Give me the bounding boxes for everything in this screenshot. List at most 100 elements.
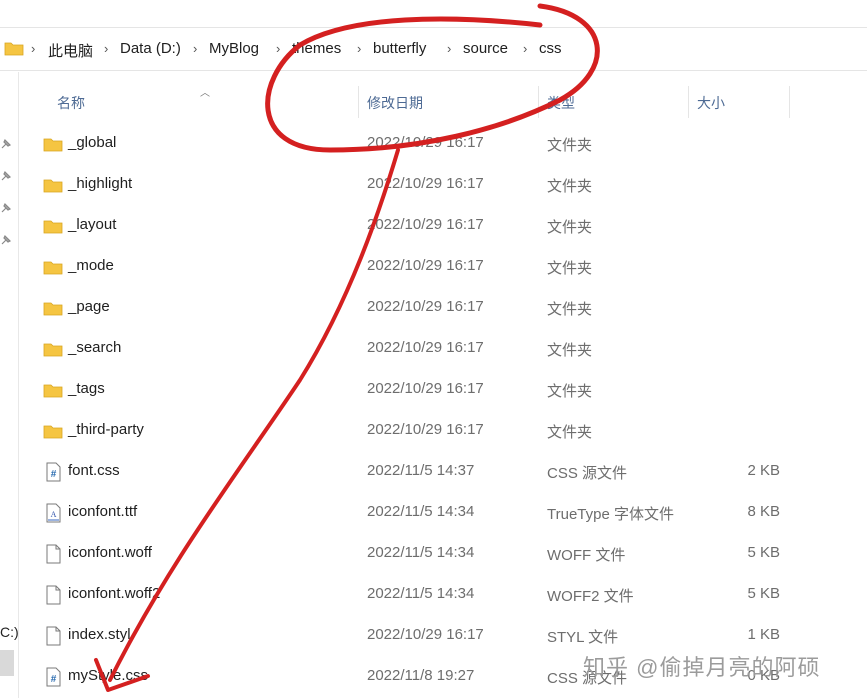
file-name[interactable]: myStyle.css [68, 667, 148, 684]
folder-icon [43, 134, 63, 154]
file-name[interactable]: index.styl [68, 626, 131, 643]
file-modified: 2022/10/29 16:17 [367, 175, 484, 192]
svg-text:#: # [51, 674, 57, 685]
file-row[interactable]: _search 2022/10/29 16:17 文件夹 [18, 328, 867, 369]
file-name[interactable]: _highlight [68, 175, 132, 192]
file-row[interactable]: iconfont.woff 2022/11/5 14:34 WOFF 文件 5 KB [18, 533, 867, 574]
file-name[interactable]: _mode [68, 257, 114, 274]
breadcrumb-separator[interactable]: › [447, 41, 451, 56]
watermark: 知乎 @偷掉月亮的阿硕 [583, 655, 821, 680]
folder-icon [43, 257, 63, 277]
column-divider[interactable] [688, 86, 689, 118]
breadcrumb-item-css[interactable]: css [539, 40, 562, 57]
file-modified: 2022/10/29 16:17 [367, 380, 484, 397]
file-row[interactable]: _layout 2022/10/29 16:17 文件夹 [18, 205, 867, 246]
column-divider[interactable] [358, 86, 359, 118]
column-type[interactable]: 类型 [547, 93, 575, 113]
file-type: 文件夹 [547, 383, 593, 400]
file-row[interactable]: # font.css 2022/11/5 14:37 CSS 源文件 2 KB [18, 451, 867, 492]
file-type: STYL 文件 [547, 629, 619, 646]
breadcrumb-item-drive[interactable]: Data (D:) [120, 40, 181, 57]
file-modified: 2022/10/29 16:17 [367, 298, 484, 315]
file-modified: 2022/10/29 16:17 [367, 339, 484, 356]
nav-item-drive-c[interactable]: C:) [0, 624, 19, 640]
file-name[interactable]: font.css [68, 462, 120, 479]
column-size[interactable]: 大小 [697, 93, 725, 113]
breadcrumb-separator[interactable]: › [31, 41, 35, 56]
file-row[interactable]: _highlight 2022/10/29 16:17 文件夹 [18, 164, 867, 205]
file-modified: 2022/11/5 14:34 [367, 585, 475, 602]
column-header: 名称 修改日期 类型 大小 [18, 72, 867, 118]
file-row[interactable]: _global 2022/10/29 16:17 文件夹 [18, 123, 867, 164]
svg-text:#: # [51, 469, 57, 480]
file-name[interactable]: _tags [68, 380, 105, 397]
folder-icon [43, 216, 63, 236]
file-name[interactable]: iconfont.woff2 [68, 585, 160, 602]
pin-icon[interactable] [0, 170, 12, 182]
file-type: 文件夹 [547, 342, 593, 359]
file-icon [43, 544, 63, 564]
file-type: CSS 源文件 [547, 465, 628, 482]
breadcrumb-separator[interactable]: › [193, 41, 197, 56]
window-top-strip [0, 0, 867, 27]
file-name[interactable]: _page [68, 298, 110, 315]
breadcrumb-separator[interactable]: › [276, 41, 280, 56]
folder-icon [43, 298, 63, 318]
file-type: TrueType 字体文件 [547, 506, 674, 523]
file-name[interactable]: _global [68, 134, 116, 151]
pin-icon[interactable] [0, 138, 12, 150]
file-type: 文件夹 [547, 301, 593, 318]
file-icon [43, 626, 63, 646]
breadcrumb-separator[interactable]: › [523, 41, 527, 56]
file-size: 5 KB [747, 585, 780, 602]
file-modified: 2022/10/29 16:17 [367, 421, 484, 438]
file-modified: 2022/11/8 19:27 [367, 667, 475, 684]
folder-icon [4, 42, 24, 56]
file-row[interactable]: Aiconfont.ttf 2022/11/5 14:34 TrueType 字体文… [18, 492, 867, 533]
column-name[interactable]: 名称 [57, 93, 85, 113]
folder-icon [43, 380, 63, 400]
address-bar[interactable]: › 此电脑 › Data (D:) › MyBlog › themes › bu… [0, 27, 867, 71]
css-file-icon: # [43, 462, 63, 482]
pin-icon[interactable] [0, 202, 12, 214]
file-size: 2 KB [747, 462, 780, 479]
sort-ascending-icon: ︿ [200, 88, 210, 99]
breadcrumb-separator[interactable]: › [104, 41, 108, 56]
file-row[interactable]: iconfont.woff2 2022/11/5 14:34 WOFF2 文件 5 K… [18, 574, 867, 615]
column-divider[interactable] [789, 86, 790, 118]
column-modified[interactable]: 修改日期 [367, 93, 423, 113]
folder-icon [43, 339, 63, 359]
file-name[interactable]: _layout [68, 216, 116, 233]
pin-icon[interactable] [0, 234, 12, 246]
file-type: 文件夹 [547, 178, 593, 195]
breadcrumb-item-themes[interactable]: themes [292, 40, 341, 57]
navigation-pane[interactable] [0, 72, 19, 698]
breadcrumb-item-butterfly[interactable]: butterfly [373, 40, 426, 57]
file-name[interactable]: _search [68, 339, 121, 356]
breadcrumb-item-source[interactable]: source [463, 40, 508, 57]
file-modified: 2022/11/5 14:34 [367, 544, 475, 561]
breadcrumb-separator[interactable]: › [357, 41, 361, 56]
file-type: 文件夹 [547, 219, 593, 236]
file-type: 文件夹 [547, 137, 593, 154]
file-type: WOFF 文件 [547, 547, 626, 564]
file-modified: 2022/11/5 14:34 [367, 503, 475, 520]
file-icon [43, 585, 63, 605]
file-name[interactable]: _third-party [68, 421, 144, 438]
file-name[interactable]: iconfont.ttf [68, 503, 137, 520]
file-row[interactable]: _mode 2022/10/29 16:17 文件夹 [18, 246, 867, 287]
column-divider[interactable] [538, 86, 539, 118]
file-modified: 2022/10/29 16:17 [367, 257, 484, 274]
file-name[interactable]: iconfont.woff [68, 544, 152, 561]
svg-text:A: A [51, 510, 57, 519]
breadcrumb-item-myblog[interactable]: MyBlog [209, 40, 259, 57]
breadcrumb-item-this-pc[interactable]: 此电脑 [48, 40, 93, 61]
file-row[interactable]: _page 2022/10/29 16:17 文件夹 [18, 287, 867, 328]
folder-icon [43, 421, 63, 441]
folder-icon [43, 175, 63, 195]
file-row[interactable]: _third-party 2022/10/29 16:17 文件夹 [18, 410, 867, 451]
nav-item-selected[interactable] [0, 650, 14, 676]
file-size: 1 KB [747, 626, 780, 643]
css-file-icon: # [43, 667, 63, 687]
file-row[interactable]: _tags 2022/10/29 16:17 文件夹 [18, 369, 867, 410]
